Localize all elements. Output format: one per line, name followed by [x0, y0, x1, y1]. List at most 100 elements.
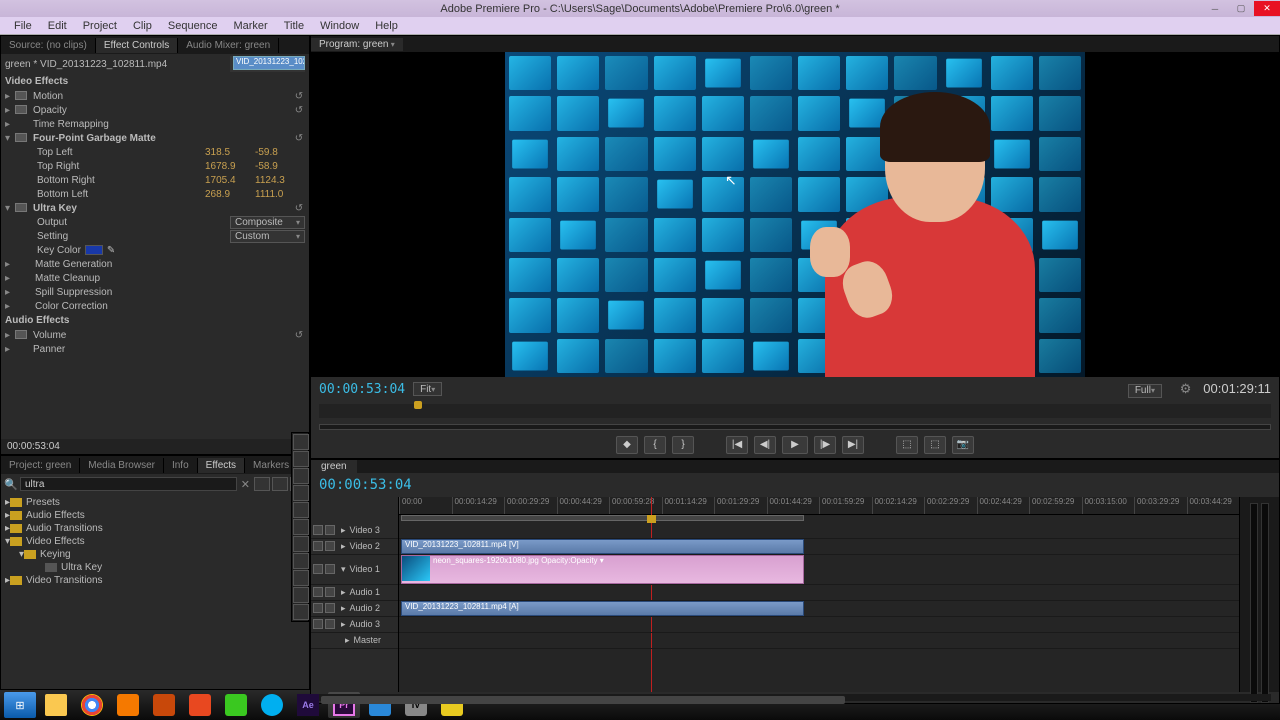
- lock-icon[interactable]: [325, 587, 335, 597]
- reset-icon[interactable]: ↺: [293, 91, 305, 102]
- lift-button[interactable]: ⬚: [896, 436, 918, 454]
- lock-icon[interactable]: [325, 619, 335, 629]
- tab-media-browser[interactable]: Media Browser: [80, 458, 164, 473]
- tab-info[interactable]: Info: [164, 458, 198, 473]
- key-color-swatch[interactable]: [85, 245, 103, 255]
- work-area-bar[interactable]: [401, 515, 804, 521]
- zoom-tool[interactable]: [293, 604, 309, 620]
- taskbar-app[interactable]: [220, 692, 252, 718]
- step-back-button[interactable]: ◀|: [754, 436, 776, 454]
- maximize-button[interactable]: ▢: [1228, 1, 1254, 16]
- eyedropper-icon[interactable]: ✎: [107, 245, 117, 255]
- param-matte-cleanup[interactable]: Matte Cleanup: [15, 273, 305, 284]
- twirl-icon[interactable]: ▸: [5, 287, 15, 298]
- menu-edit[interactable]: Edit: [40, 20, 75, 32]
- clip-video[interactable]: VID_20131223_102811.mp4 [V]: [401, 539, 804, 554]
- mute-icon[interactable]: [313, 587, 323, 597]
- reset-icon[interactable]: ↺: [293, 330, 305, 341]
- effect-time-remapping[interactable]: Time Remapping: [29, 119, 305, 130]
- program-timecode-in[interactable]: 00:00:53:04: [319, 382, 405, 397]
- zoom-fit-dropdown[interactable]: Fit: [413, 382, 442, 396]
- twirl-icon[interactable]: ▸: [5, 273, 15, 284]
- twirl-icon[interactable]: ▾: [5, 133, 15, 144]
- twirl-icon[interactable]: ▸: [5, 119, 15, 130]
- track-master[interactable]: [399, 633, 1239, 649]
- ec-mini-timeline[interactable]: VID_20131223_1028: [230, 56, 305, 72]
- lock-icon[interactable]: [325, 525, 335, 535]
- effect-volume[interactable]: Volume: [29, 330, 293, 341]
- lock-icon[interactable]: [325, 564, 335, 574]
- razor-tool[interactable]: [293, 519, 309, 535]
- param-bl-y[interactable]: 1111.0: [255, 189, 305, 200]
- param-tr-x[interactable]: 1678.9: [205, 161, 255, 172]
- tab-effect-controls[interactable]: Effect Controls: [96, 38, 178, 53]
- track-a2[interactable]: VID_20131223_102811.mp4 [A]: [399, 601, 1239, 617]
- twirl-icon[interactable]: ▸: [5, 91, 15, 102]
- start-button[interactable]: ⊞: [4, 692, 36, 718]
- setting-dropdown[interactable]: Custom: [230, 230, 305, 243]
- program-navigator[interactable]: [319, 424, 1271, 430]
- tree-video-transitions[interactable]: Video Transitions: [26, 575, 103, 586]
- track-select-tool[interactable]: [293, 451, 309, 467]
- track-header-v3[interactable]: ▸Video 3: [311, 523, 398, 539]
- mark-out-button[interactable]: }: [672, 436, 694, 454]
- slide-tool[interactable]: [293, 553, 309, 569]
- param-tl-y[interactable]: -59.8: [255, 147, 305, 158]
- twirl-icon[interactable]: ▸: [5, 259, 15, 270]
- track-header-master[interactable]: ▸Master: [311, 633, 398, 649]
- extract-button[interactable]: ⬚: [924, 436, 946, 454]
- menu-file[interactable]: File: [6, 20, 40, 32]
- tree-video-effects[interactable]: Video Effects: [26, 536, 85, 547]
- mark-in-button[interactable]: {: [644, 436, 666, 454]
- program-scrub-bar[interactable]: [319, 404, 1271, 418]
- param-tl-x[interactable]: 318.5: [205, 147, 255, 158]
- reset-icon[interactable]: ↺: [293, 133, 305, 144]
- scrub-marker[interactable]: [414, 401, 422, 409]
- tab-audio-mixer[interactable]: Audio Mixer: green: [178, 38, 279, 53]
- timeline-timecode[interactable]: 00:00:53:04: [319, 477, 412, 493]
- rate-stretch-tool[interactable]: [293, 502, 309, 518]
- program-timecode-out[interactable]: 00:01:29:11: [1203, 381, 1271, 396]
- effect-garbage-matte[interactable]: Four-Point Garbage Matte: [29, 133, 293, 144]
- track-header-a3[interactable]: ▸Audio 3: [311, 617, 398, 633]
- pen-tool[interactable]: [293, 570, 309, 586]
- ec-timecode[interactable]: 00:00:53:04: [1, 439, 309, 454]
- param-br-y[interactable]: 1124.3: [255, 175, 305, 186]
- go-to-out-button[interactable]: ▶|: [842, 436, 864, 454]
- close-button[interactable]: ✕: [1254, 1, 1280, 16]
- clip-audio[interactable]: VID_20131223_102811.mp4 [A]: [401, 601, 804, 616]
- tab-project[interactable]: Project: green: [1, 458, 80, 473]
- search-input[interactable]: [20, 477, 237, 491]
- lock-icon[interactable]: [325, 603, 335, 613]
- track-header-a2[interactable]: ▸Audio 2: [311, 601, 398, 617]
- export-frame-button[interactable]: 📷: [952, 436, 974, 454]
- taskbar-explorer[interactable]: [40, 692, 72, 718]
- tree-audio-transitions[interactable]: Audio Transitions: [26, 523, 103, 534]
- selection-tool[interactable]: [293, 434, 309, 450]
- mute-icon[interactable]: [313, 603, 323, 613]
- program-monitor[interactable]: ↖: [311, 52, 1279, 377]
- param-matte-generation[interactable]: Matte Generation: [15, 259, 305, 270]
- effect-opacity[interactable]: Opacity: [29, 105, 293, 116]
- track-v3[interactable]: [399, 523, 1239, 539]
- reset-icon[interactable]: ↺: [293, 105, 305, 116]
- scroll-thumb[interactable]: [321, 696, 845, 704]
- play-button[interactable]: ▶: [782, 436, 808, 454]
- track-header-v1[interactable]: ▾Video 1: [311, 555, 398, 585]
- output-dropdown[interactable]: Composite: [230, 216, 305, 229]
- taskbar-skype[interactable]: [256, 692, 288, 718]
- 32bit-fx-icon[interactable]: [272, 477, 288, 491]
- ripple-edit-tool[interactable]: [293, 468, 309, 484]
- twirl-icon[interactable]: ▸: [5, 105, 15, 116]
- menu-title[interactable]: Title: [276, 20, 312, 32]
- timeline-tracks[interactable]: 00:00 00:00:14:29 00:00:29:29 00:00:44:2…: [399, 497, 1239, 692]
- reset-icon[interactable]: ↺: [293, 203, 305, 214]
- taskbar-app[interactable]: [148, 692, 180, 718]
- track-v2[interactable]: VID_20131223_102811.mp4 [V]: [399, 539, 1239, 555]
- param-tr-y[interactable]: -58.9: [255, 161, 305, 172]
- eye-icon[interactable]: [313, 541, 323, 551]
- slip-tool[interactable]: [293, 536, 309, 552]
- tree-presets[interactable]: Presets: [26, 497, 60, 508]
- twirl-icon[interactable]: ▸: [5, 330, 15, 341]
- resolution-dropdown[interactable]: Full: [1128, 384, 1162, 398]
